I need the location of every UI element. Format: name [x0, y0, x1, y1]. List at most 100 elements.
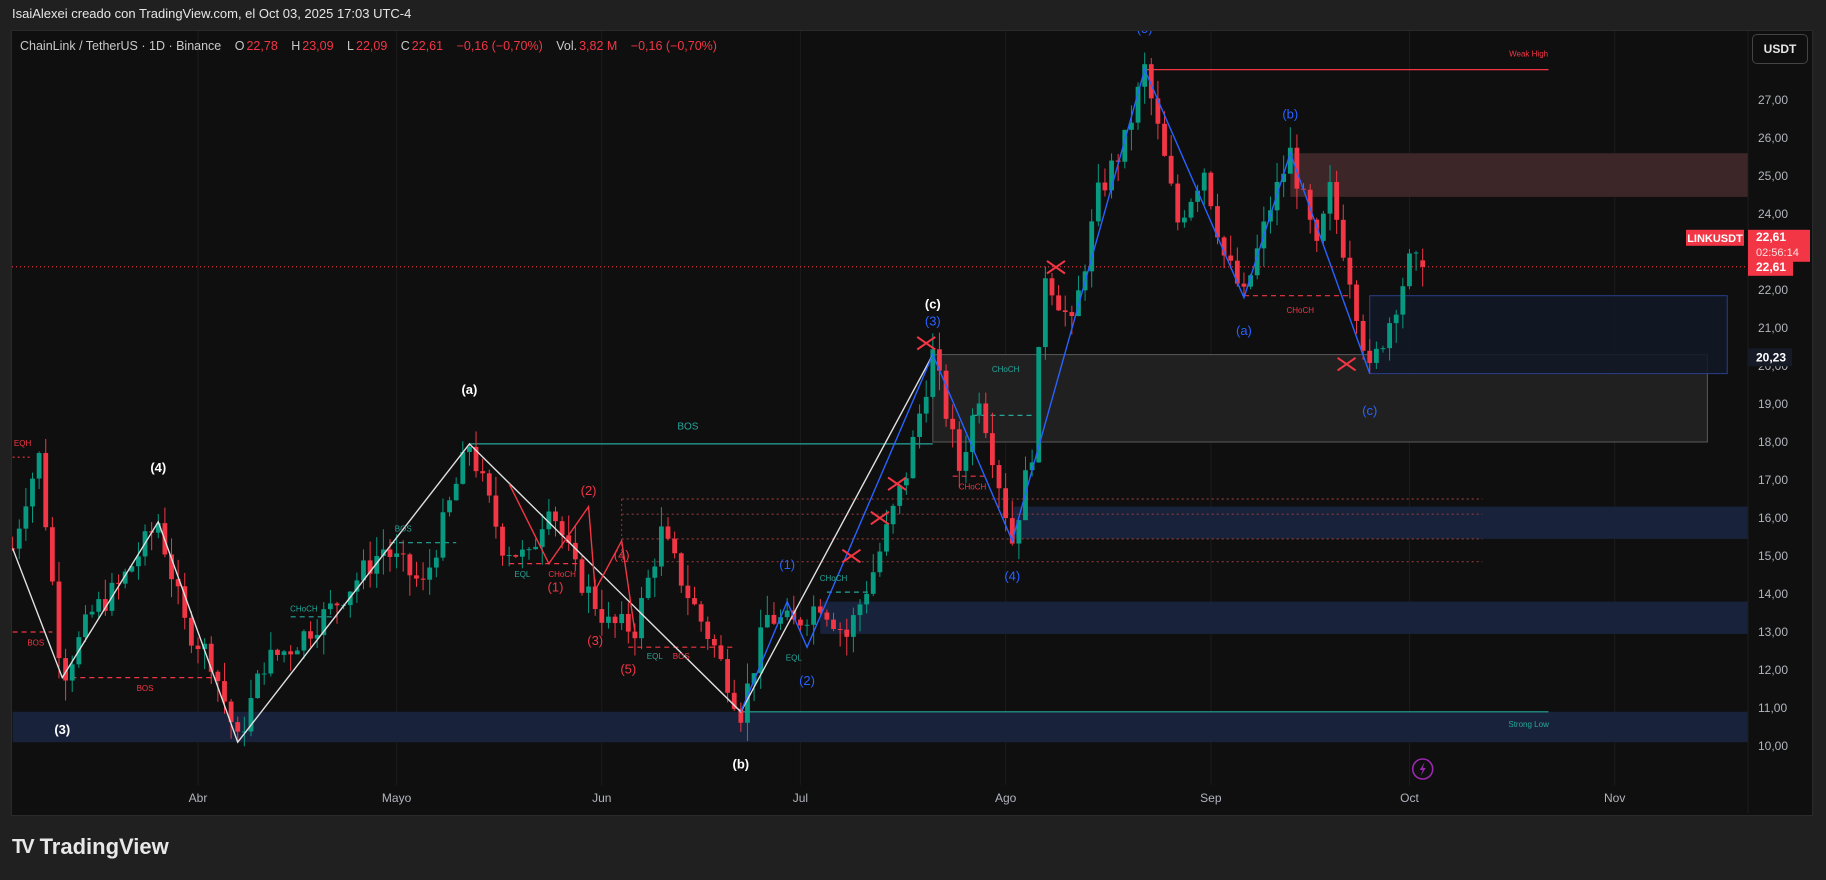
wave-label: (3)	[925, 314, 941, 329]
currency-button[interactable]: USDT	[1752, 34, 1808, 64]
candle-body	[606, 616, 611, 623]
candle-body	[334, 603, 340, 606]
candle	[407, 552, 413, 596]
wave-label: (a)	[461, 382, 477, 397]
candle	[718, 635, 724, 662]
candle-body	[1003, 488, 1009, 519]
candle-body	[427, 567, 433, 580]
price-tick-label: 11,00	[1758, 701, 1787, 715]
candle	[208, 636, 214, 684]
candle-body	[1413, 252, 1419, 254]
candle	[579, 554, 585, 596]
wave-label: CHoCH	[820, 574, 848, 583]
candle-body	[1208, 172, 1214, 207]
candle-body	[288, 651, 294, 655]
volume-value: 3,82 M	[579, 39, 618, 53]
candle	[897, 483, 903, 515]
close-value: 22,61	[411, 39, 444, 53]
candle	[1102, 168, 1108, 197]
candle	[308, 621, 313, 648]
candle	[169, 538, 174, 598]
candle-body	[870, 572, 876, 594]
candle	[665, 517, 671, 541]
candle-body	[632, 631, 638, 639]
candle-body	[56, 581, 62, 659]
candle-body	[526, 549, 532, 551]
candle	[798, 617, 803, 633]
candle-body	[1373, 348, 1379, 363]
wave-label: (a)	[1236, 323, 1252, 338]
candle-body	[976, 403, 982, 416]
candle-body	[414, 575, 419, 579]
candle-body	[824, 612, 830, 620]
wave-label: BOS	[677, 421, 698, 432]
candle	[195, 637, 201, 664]
candle	[500, 523, 505, 566]
wave-label: (2)	[581, 483, 597, 498]
time-tick-label: Oct	[1400, 791, 1419, 805]
candle-body	[725, 659, 730, 693]
wave-label: (b)	[733, 756, 750, 771]
candle-body	[440, 512, 446, 558]
candle-body	[1327, 182, 1333, 214]
candle	[1360, 314, 1366, 360]
candle	[1062, 295, 1068, 327]
candle-body	[69, 664, 75, 681]
price-tick-label: 17,00	[1758, 473, 1788, 487]
wave-label: EQL	[647, 652, 664, 661]
candle-body	[394, 553, 399, 557]
candle	[460, 441, 466, 485]
candle	[890, 503, 896, 534]
candle-body	[83, 614, 88, 638]
price-tick-label: 21,00	[1758, 321, 1788, 335]
wave-label: (1)	[548, 580, 564, 595]
candle	[414, 561, 419, 587]
candle	[513, 554, 519, 558]
candle-body	[685, 585, 691, 599]
candle-body	[1175, 183, 1181, 223]
candle	[1181, 210, 1187, 228]
symbol-title[interactable]: ChainLink / TetherUS · 1D · Binance	[20, 39, 221, 53]
candle	[884, 509, 889, 556]
candle-body	[294, 650, 300, 655]
demand-zone-13	[820, 601, 1748, 634]
wave-label: (1)	[779, 557, 795, 572]
price-tick-label: 22,00	[1758, 283, 1788, 297]
candle	[1354, 280, 1359, 334]
candle	[30, 472, 35, 523]
candle	[43, 438, 49, 531]
price-tick-label: 13,00	[1758, 625, 1788, 639]
candle	[659, 507, 664, 576]
candle	[943, 364, 949, 427]
candle	[1413, 250, 1419, 271]
time-tick-label: Jun	[592, 791, 611, 805]
time-tick-label: Ago	[995, 791, 1017, 805]
candle	[996, 460, 1002, 509]
candle-body	[1069, 312, 1075, 317]
candle-body	[519, 549, 525, 557]
candle-body	[89, 611, 95, 615]
candlestick-chart[interactable]: (3) (4) (a) (b) (c) (3) (5) (b) (a) (c) (4) (1) (2) (…	[0, 0, 1826, 880]
candle-body	[447, 500, 452, 513]
candle-body	[771, 614, 777, 624]
candle-body	[1354, 284, 1359, 321]
candle	[1347, 240, 1353, 299]
candle-body	[711, 638, 717, 646]
candle-body	[1387, 323, 1392, 349]
candle	[678, 552, 684, 593]
candle	[877, 542, 883, 577]
candle-body	[1162, 123, 1167, 156]
change-value: −0,16 (−0,70%)	[456, 39, 543, 53]
candle	[1089, 209, 1095, 288]
wave-label: EQL	[786, 654, 803, 663]
candle	[599, 589, 605, 636]
candle-body	[639, 597, 644, 639]
lightning-bolt	[1419, 762, 1426, 776]
candle	[764, 595, 770, 628]
candle-body	[983, 403, 989, 434]
candle	[672, 531, 678, 559]
candle-body	[486, 473, 492, 496]
candle-body	[1380, 348, 1386, 350]
candle-body	[30, 478, 35, 507]
candle	[553, 506, 558, 537]
